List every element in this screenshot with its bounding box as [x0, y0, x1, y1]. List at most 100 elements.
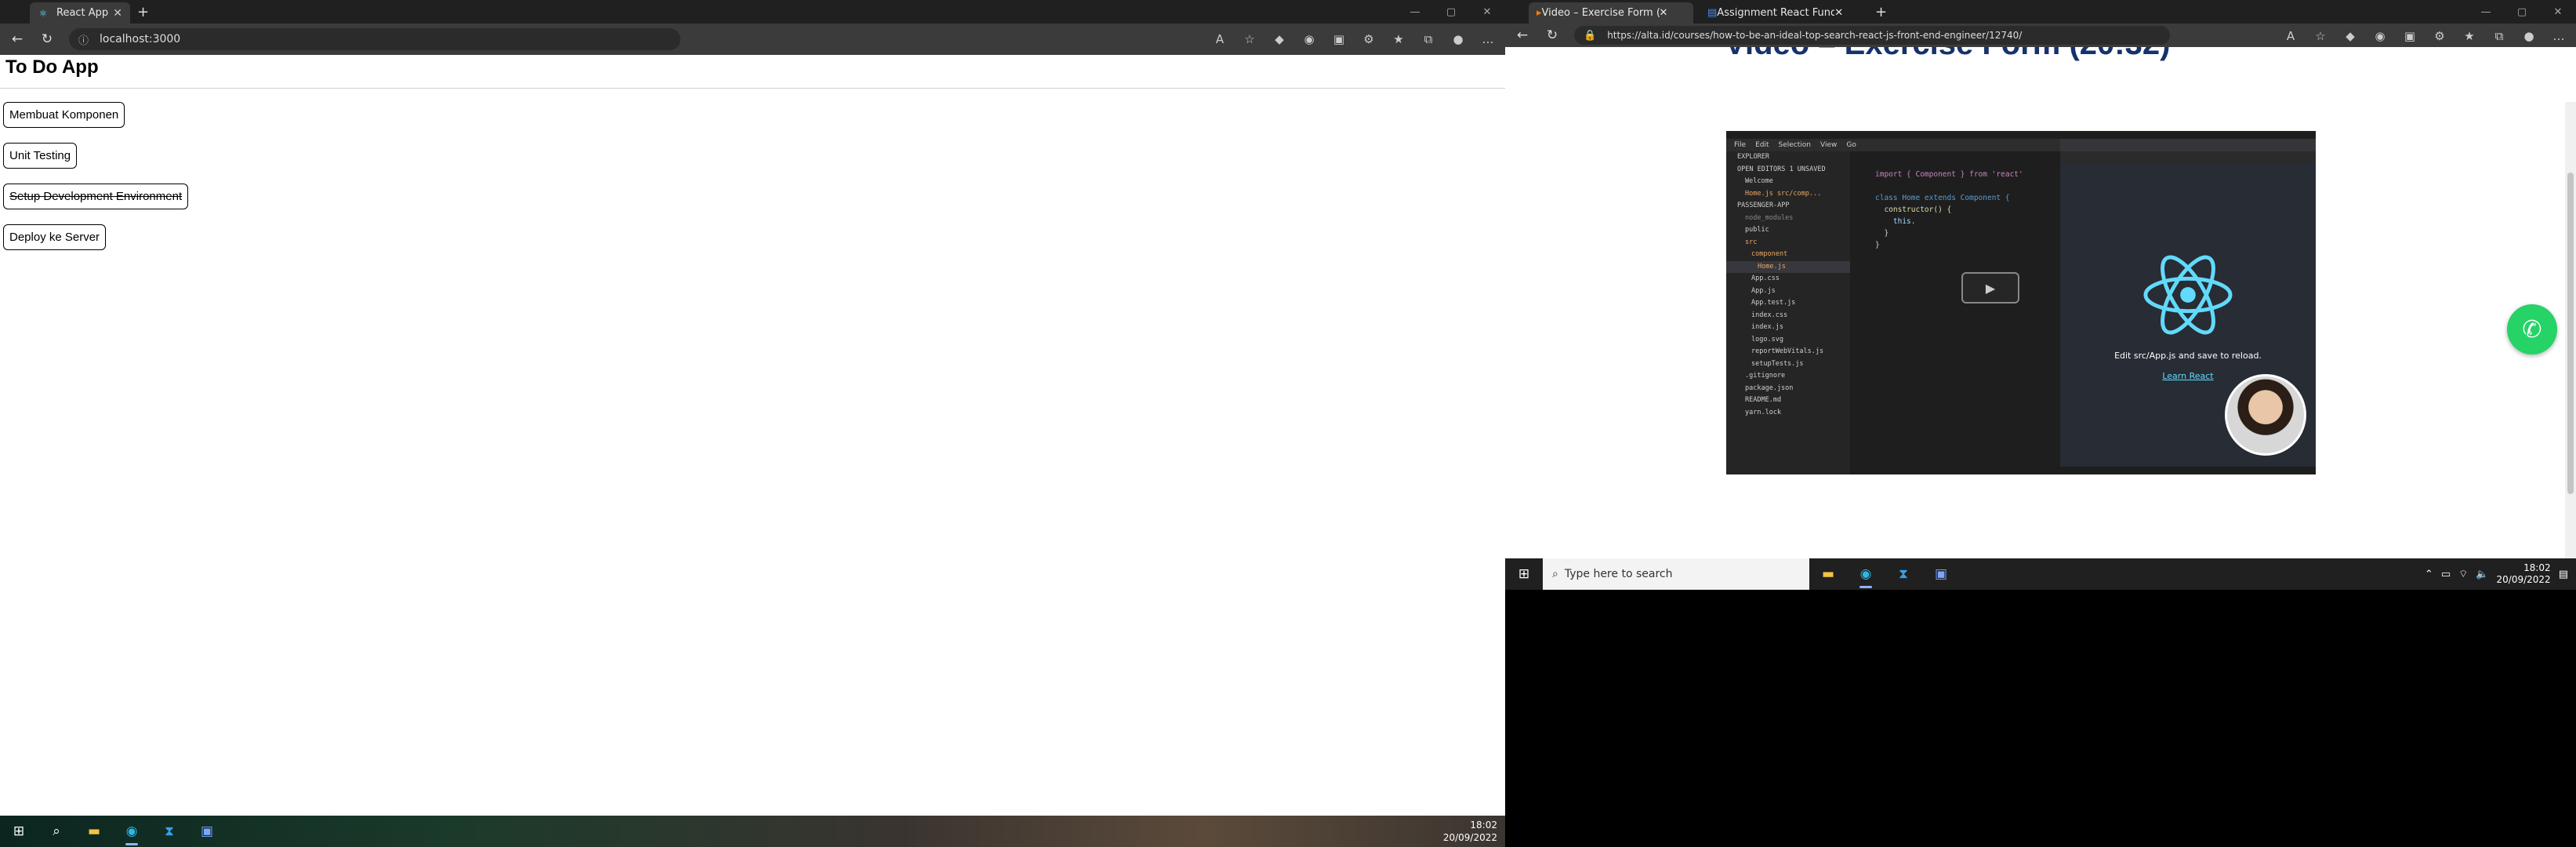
vscode-menu-item: Selection: [1778, 141, 1811, 149]
vscode-window: File Edit Selection View Go EXPLORER OPE…: [1726, 131, 2060, 474]
explorer-item: Home.js src/comp...: [1745, 189, 1822, 198]
explorer-item: src: [1745, 238, 1758, 246]
extension-icon[interactable]: ◆: [2339, 24, 2361, 49]
extension-icon[interactable]: ⚙: [2429, 24, 2451, 49]
close-icon[interactable]: ✕: [1834, 7, 1843, 19]
clock[interactable]: 18:02 20/09/2022: [1443, 819, 1497, 844]
search-icon[interactable]: ⌕: [38, 816, 75, 847]
refresh-icon[interactable]: ↻: [34, 27, 60, 52]
maximize-icon[interactable]: ▢: [1433, 0, 1469, 24]
code-line: this.: [1875, 217, 1916, 226]
windows-start-icon[interactable]: ⊞: [1505, 558, 1543, 590]
search-icon: ⌕: [1552, 568, 1558, 580]
todo-item[interactable]: Membuat Komponen: [3, 102, 125, 128]
read-aloud-icon[interactable]: A: [1209, 27, 1231, 52]
more-icon[interactable]: …: [2548, 24, 2570, 49]
preview-address: [2060, 151, 2316, 164]
date: 20/09/2022: [2496, 574, 2551, 585]
explorer-item: OPEN EDITORS 1 UNSAVED: [1737, 165, 1826, 173]
windows-start-icon[interactable]: ⊞: [0, 816, 38, 847]
collections-icon[interactable]: ⧉: [2488, 24, 2510, 49]
tab-strip: ▸ Video – Exercise Form (20:32) ✕ ▤ Assi…: [1505, 0, 2576, 24]
edge-icon[interactable]: ◉: [1847, 558, 1885, 590]
favorites-icon[interactable]: ★: [1388, 27, 1410, 52]
new-tab-icon[interactable]: +: [1875, 4, 1887, 20]
scrollbar[interactable]: [2565, 102, 2576, 558]
minimize-icon[interactable]: —: [1397, 0, 1433, 24]
file-explorer-icon[interactable]: ▬: [75, 816, 113, 847]
clock[interactable]: 18:02 20/09/2022: [2497, 562, 2551, 586]
battery-icon[interactable]: ▭: [2441, 569, 2451, 580]
page-title: To Do App: [5, 56, 99, 78]
favorite-add-icon[interactable]: ☆: [1239, 27, 1261, 52]
close-icon[interactable]: ✕: [113, 7, 122, 20]
code-line: class Home extends Component {: [1875, 194, 2010, 202]
tab-strip: ⚛ React App ✕ + — ▢ ✕: [0, 0, 1505, 24]
extension-icon[interactable]: ▣: [1328, 27, 1350, 52]
close-window-icon[interactable]: ✕: [2540, 0, 2576, 24]
url-field[interactable]: ⓘ localhost:3000: [69, 28, 680, 50]
minimize-icon[interactable]: —: [2468, 0, 2504, 24]
explorer-item: node_modules: [1745, 213, 1794, 222]
code-line: }: [1875, 229, 1889, 238]
address-bar: ← ↻ 🔒 https://alta.id/courses/how-to-be-…: [1505, 24, 2576, 47]
app-icon[interactable]: ▣: [188, 816, 226, 847]
react-icon: ⚛: [38, 7, 48, 19]
extension-icon[interactable]: ▣: [2399, 24, 2421, 49]
explorer-item: App.test.js: [1751, 299, 1796, 307]
more-icon[interactable]: …: [1477, 27, 1499, 52]
todo-item-completed[interactable]: Setup Development Environment: [3, 184, 189, 209]
volume-icon[interactable]: 🔈: [2476, 569, 2488, 580]
info-icon: ⓘ: [78, 35, 89, 47]
play-icon[interactable]: ▶: [1961, 272, 2019, 304]
address-bar: ← ↻ ⓘ localhost:3000 A ☆ ◆ ◉ ▣ ⚙ ★ ⧉ ● …: [0, 24, 1505, 55]
explorer-item: yarn.lock: [1745, 408, 1782, 416]
search-input[interactable]: ⌕ Type here to search: [1543, 558, 1809, 590]
scroll-thumb[interactable]: [2567, 173, 2574, 494]
notification-icon[interactable]: ▤: [2559, 569, 2568, 580]
vscode-menu-item: Edit: [1755, 141, 1769, 149]
todo-item[interactable]: Deploy ke Server: [3, 224, 107, 250]
explorer-title: EXPLORER: [1737, 153, 1769, 161]
tab-title: Video – Exercise Form (20:32): [1541, 7, 1660, 19]
refresh-icon[interactable]: ↻: [1540, 23, 1565, 48]
vscode-icon[interactable]: ⧗: [1885, 558, 1922, 590]
profile-avatar[interactable]: ●: [1447, 27, 1469, 52]
back-icon[interactable]: ←: [1510, 23, 1535, 48]
back-icon[interactable]: ←: [5, 27, 30, 52]
vscode-icon[interactable]: ⧗: [151, 816, 188, 847]
app-icon[interactable]: ▣: [1922, 558, 1960, 590]
edge-icon[interactable]: ◉: [113, 816, 151, 847]
tab-assignment[interactable]: ▤ Assignment React Fundamental ✕: [1700, 2, 1867, 24]
extension-icon[interactable]: ◉: [1298, 27, 1320, 52]
network-icon[interactable]: ⌔: [2458, 568, 2468, 580]
read-aloud-icon[interactable]: A: [2280, 24, 2302, 49]
system-tray: ⌃ ▭ ⌔ 🔈 18:02 20/09/2022 ▤: [2425, 558, 2576, 590]
url-field[interactable]: 🔒 https://alta.id/courses/how-to-be-an-i…: [1574, 26, 2170, 45]
new-tab-icon[interactable]: +: [137, 4, 149, 20]
todo-item[interactable]: Unit Testing: [3, 143, 78, 169]
video-player[interactable]: File Edit Selection View Go EXPLORER OPE…: [1726, 131, 2316, 474]
preview-text: Edit src/App.js and save to reload.: [2114, 351, 2262, 361]
chevron-up-icon[interactable]: ⌃: [2425, 569, 2433, 580]
extension-icon[interactable]: ◉: [2369, 24, 2391, 49]
file-explorer-icon[interactable]: ▬: [1809, 558, 1847, 590]
url-text: localhost:3000: [100, 33, 181, 45]
favorite-add-icon[interactable]: ☆: [2309, 24, 2331, 49]
whatsapp-icon[interactable]: ✆: [2507, 304, 2557, 354]
profile-avatar[interactable]: ●: [2518, 24, 2540, 49]
favorites-icon[interactable]: ★: [2458, 24, 2480, 49]
close-icon[interactable]: ✕: [1660, 7, 1668, 19]
vscode-editor: import { Component } from 'react' class …: [1852, 151, 2060, 474]
extension-icon[interactable]: ⚙: [1358, 27, 1380, 52]
tab-title: React App: [56, 7, 109, 19]
window-controls: — ▢ ✕: [1397, 0, 1505, 24]
tab-react-app[interactable]: ⚛ React App ✕: [30, 2, 130, 24]
maximize-icon[interactable]: ▢: [2504, 0, 2540, 24]
extension-icon[interactable]: ◆: [1268, 27, 1290, 52]
close-window-icon[interactable]: ✕: [1469, 0, 1505, 24]
toolbar-icons: A ☆ ◆ ◉ ▣ ⚙ ★ ⧉ ● …: [1209, 27, 1499, 52]
collections-icon[interactable]: ⧉: [1417, 27, 1439, 52]
date: 20/09/2022: [1442, 832, 1497, 843]
tab-video[interactable]: ▸ Video – Exercise Form (20:32) ✕: [1529, 2, 1693, 24]
